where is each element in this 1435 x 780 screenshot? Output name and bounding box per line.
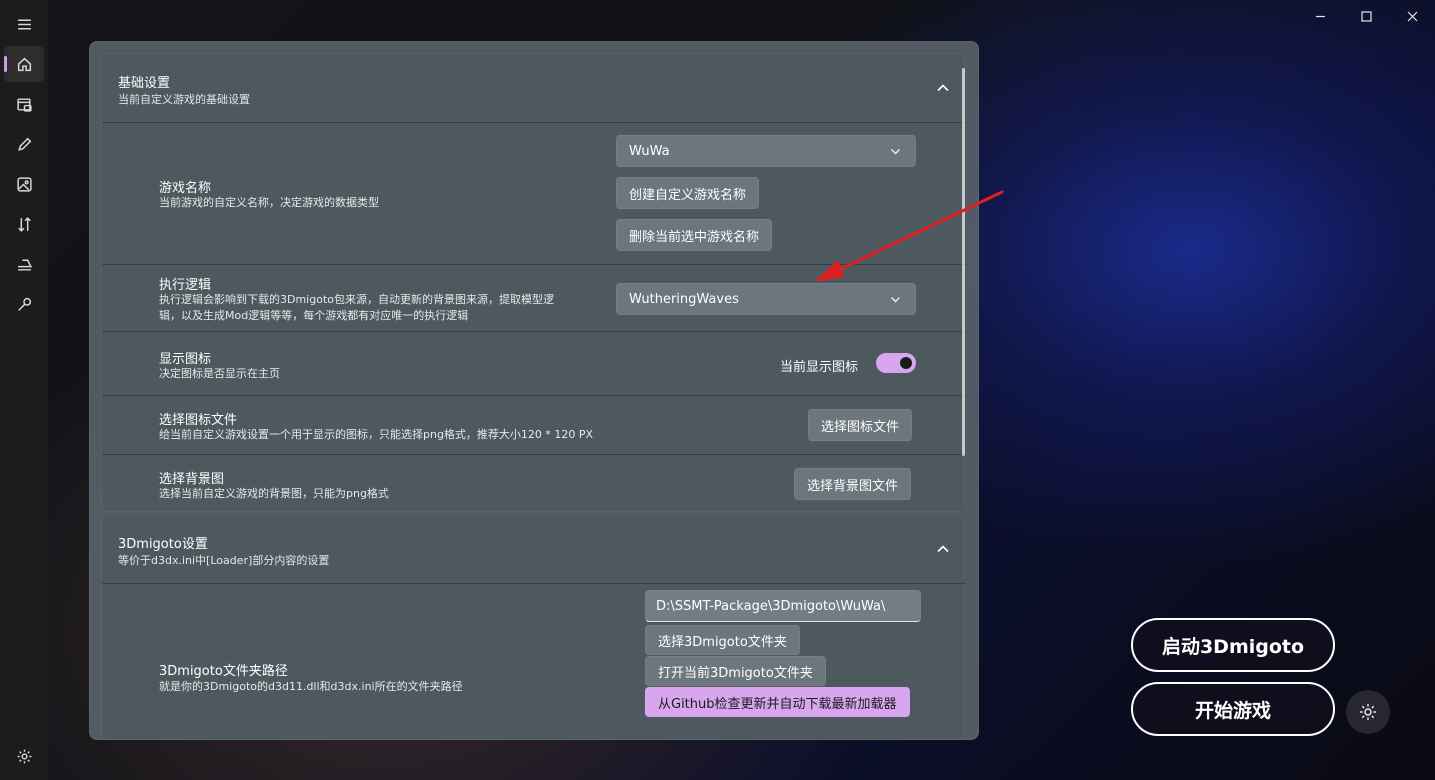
launch-settings-button[interactable]: [1346, 690, 1390, 734]
nav-item-edit[interactable]: [4, 126, 44, 162]
game-library-icon: [16, 97, 32, 112]
image-icon: [16, 176, 32, 192]
annotation-arrow-icon: [814, 190, 1004, 282]
close-button[interactable]: [1389, 0, 1435, 32]
basic-settings-title: 基础设置: [118, 76, 171, 91]
nav-item-settings[interactable]: [4, 738, 44, 774]
chevron-down-icon: [890, 146, 901, 161]
select-background-button[interactable]: 选择背景图文件: [794, 468, 912, 500]
minimize-icon: [1315, 15, 1325, 17]
gear-icon: [1360, 704, 1376, 720]
migoto-settings-title: 3Dmigoto设置: [118, 537, 208, 552]
divider: [102, 583, 966, 584]
wrench-icon: [17, 297, 31, 311]
select-migoto-folder-button[interactable]: 选择3Dmigoto文件夹: [645, 625, 800, 655]
hamburger-icon: [17, 19, 31, 29]
menu-toggle-button[interactable]: [4, 6, 44, 42]
divider: [102, 331, 966, 332]
migoto-folder-title: 3Dmigoto文件夹路径: [159, 664, 288, 679]
migoto-folder-desc: 就是你的3Dmigoto的d3d11.dll和d3dx.ini所在的文件夹路径: [159, 680, 463, 693]
maximize-icon: [1360, 10, 1372, 22]
logic-title: 执行逻辑: [159, 278, 212, 293]
github-update-button[interactable]: 从Github检查更新并自动下载最新加载器: [645, 687, 910, 717]
settings-panel: 基础设置 当前自定义游戏的基础设置 游戏名称 当前游戏的自定义名称，决定游戏的数…: [89, 41, 979, 740]
background-desc: 选择当前自定义游戏的背景图，只能为png格式: [159, 487, 389, 500]
delete-game-name-button[interactable]: 删除当前选中游戏名称: [616, 219, 773, 251]
show-icon-toggle[interactable]: [876, 353, 916, 373]
game-name-dropdown[interactable]: WuWa: [616, 135, 916, 167]
home-icon: [17, 57, 31, 71]
select-icon-file-button[interactable]: 选择图标文件: [808, 409, 913, 441]
nav-item-textures[interactable]: [4, 166, 44, 202]
show-icon-toggle-label: 当前显示图标: [780, 360, 859, 375]
migoto-settings-header[interactable]: 3Dmigoto设置 等价于d3dx.ini中[Loader]部分内容的设置: [102, 515, 966, 583]
logic-selected: WutheringWaves: [629, 291, 739, 307]
background-title: 选择背景图: [159, 472, 225, 487]
nav-item-game-library[interactable]: [4, 86, 44, 122]
pencil-icon: [17, 137, 31, 151]
icon-file-desc: 给当前自定义游戏设置一个用于显示的图标，只能选择png格式，推荐大小120 * …: [159, 428, 594, 441]
chevron-up-icon: [936, 80, 952, 96]
show-icon-desc: 决定图标是否显示在主页: [159, 367, 280, 380]
close-icon: [1407, 11, 1417, 21]
chevron-up-icon: [936, 541, 952, 557]
maximize-button[interactable]: [1343, 0, 1389, 32]
game-name-desc: 当前游戏的自定义名称，决定游戏的数据类型: [159, 196, 379, 209]
open-migoto-folder-button[interactable]: 打开当前3Dmigoto文件夹: [645, 656, 826, 686]
create-game-name-button[interactable]: 创建自定义游戏名称: [616, 177, 760, 209]
game-name-selected: WuWa: [629, 143, 670, 159]
basic-settings-header[interactable]: 基础设置 当前自定义游戏的基础设置: [102, 54, 966, 122]
nav-item-tools[interactable]: [4, 286, 44, 322]
game-name-title: 游戏名称: [159, 181, 212, 196]
show-icon-title: 显示图标: [159, 352, 212, 367]
nav-item-sort[interactable]: [4, 206, 44, 242]
chevron-down-icon: [890, 294, 901, 309]
sort-icon: [17, 216, 31, 232]
navigation-sidebar: [0, 0, 48, 780]
launch-migoto-button[interactable]: 启动3Dmigoto: [1131, 618, 1335, 672]
scanner-icon: [17, 259, 32, 271]
migoto-path-input[interactable]: D:\SSMT-Package\3Dmigoto\WuWa\: [645, 590, 921, 622]
divider: [102, 395, 966, 396]
gear-icon: [17, 749, 31, 763]
nav-item-scanner[interactable]: [4, 246, 44, 282]
migoto-settings-subtitle: 等价于d3dx.ini中[Loader]部分内容的设置: [118, 554, 330, 567]
divider: [102, 122, 966, 123]
minimize-button[interactable]: [1297, 0, 1343, 32]
logic-desc-line1: 执行逻辑会影响到下载的3Dmigoto包来源，自动更新的背景图来源，提取模型逻: [159, 293, 554, 306]
icon-file-title: 选择图标文件: [159, 413, 238, 428]
basic-settings-subtitle: 当前自定义游戏的基础设置: [118, 93, 250, 106]
divider: [102, 454, 966, 455]
nav-item-home[interactable]: [4, 46, 44, 82]
start-game-button[interactable]: 开始游戏: [1131, 682, 1335, 736]
logic-desc-line2: 辑，以及生成Mod逻辑等等，每个游戏都有对应唯一的执行逻辑: [159, 309, 469, 322]
